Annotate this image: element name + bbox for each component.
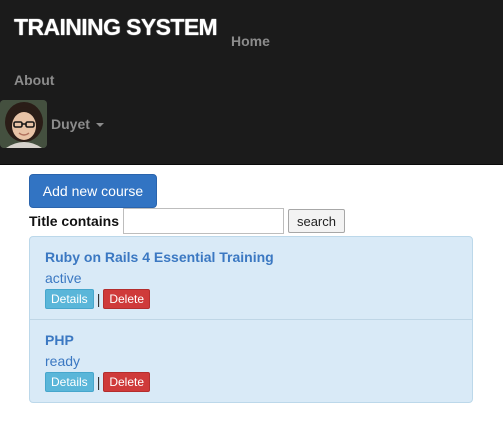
- nav-link-about[interactable]: About: [14, 72, 54, 88]
- action-separator: |: [96, 291, 101, 307]
- list-item: PHP ready Details | Delete: [30, 320, 472, 403]
- brand-title[interactable]: TRAINING SYSTEM: [14, 14, 218, 41]
- search-label: Title contains: [29, 213, 119, 229]
- course-actions: Details | Delete: [45, 372, 151, 392]
- user-name: Duyet: [51, 116, 90, 132]
- add-new-course-button[interactable]: Add new course: [29, 174, 157, 208]
- course-status: ready: [45, 353, 81, 369]
- details-button[interactable]: Details: [45, 372, 94, 392]
- course-list: Ruby on Rails 4 Essential Training activ…: [29, 236, 473, 403]
- course-actions: Details | Delete: [45, 289, 151, 309]
- delete-button[interactable]: Delete: [103, 372, 151, 392]
- nav-link-home[interactable]: Home: [231, 33, 270, 49]
- details-button[interactable]: Details: [45, 289, 94, 309]
- user-menu[interactable]: Duyet: [0, 100, 104, 148]
- search-form: Title contains search: [29, 208, 345, 234]
- user-avatar-icon: [0, 100, 47, 148]
- course-status: active: [45, 270, 82, 286]
- course-title-link[interactable]: Ruby on Rails 4 Essential Training: [45, 249, 274, 265]
- caret-down-icon: [95, 123, 104, 127]
- action-separator: |: [96, 374, 101, 390]
- top-navbar: TRAINING SYSTEM Home About Duyet: [0, 0, 503, 165]
- list-item: Ruby on Rails 4 Essential Training activ…: [30, 237, 472, 320]
- delete-button[interactable]: Delete: [103, 289, 151, 309]
- course-title-link[interactable]: PHP: [45, 332, 74, 348]
- search-button[interactable]: search: [287, 209, 345, 233]
- avatar: [0, 100, 47, 148]
- title-search-input[interactable]: [122, 208, 284, 234]
